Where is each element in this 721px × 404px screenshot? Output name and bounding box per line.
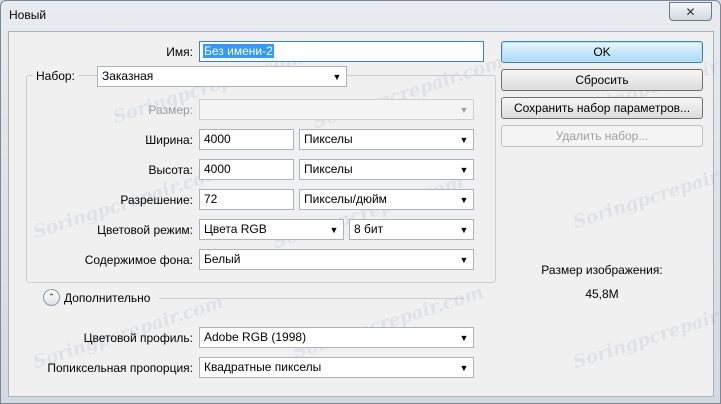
size-select: ▼ (199, 99, 474, 120)
reset-button[interactable]: Сбросить (501, 69, 703, 91)
chevron-down-icon: ▼ (459, 105, 469, 115)
background-value: Белый (204, 252, 241, 266)
watermark: Soringpcrepair.com (570, 151, 721, 234)
chevron-down-icon: ▼ (459, 135, 469, 145)
chevron-down-icon: ▼ (459, 255, 469, 265)
image-size-label: Размер изображения: (541, 263, 663, 277)
pixel-aspect-select[interactable]: Квадратные пикселы ▼ (199, 357, 474, 378)
bit-depth-select[interactable]: 8 бит ▼ (349, 219, 474, 240)
pixel-aspect-label: Попиксельная пропорция: (47, 361, 193, 375)
close-button[interactable]: ✕ (669, 2, 712, 21)
height-unit-select[interactable]: Пикселы ▼ (299, 159, 474, 180)
new-document-dialog: Новый ✕ Soringpcrepair.com Soringpcrepai… (0, 0, 721, 404)
delete-preset-button: Удалить набор... (501, 125, 703, 147)
width-unit-select[interactable]: Пикселы ▼ (299, 129, 474, 150)
dialog-content: Soringpcrepair.com Soringpcrepair.com So… (8, 31, 721, 397)
size-label: Размер: (148, 103, 193, 117)
preset-label: Набор: (33, 69, 78, 83)
name-label: Имя: (166, 45, 193, 59)
chevron-down-icon: ▼ (332, 72, 342, 82)
width-unit-value: Пикселы (304, 132, 353, 146)
chevron-down-icon: ▼ (459, 363, 469, 373)
height-label: Высота: (148, 163, 193, 177)
color-mode-value: Цвета RGB (204, 222, 267, 236)
close-icon: ✕ (685, 4, 696, 19)
watermark: Soringpcrepair.com (290, 281, 487, 364)
width-input[interactable]: 4000 (199, 129, 294, 150)
ok-button[interactable]: OK (501, 41, 703, 63)
preset-select[interactable]: Заказная ▼ (97, 66, 347, 87)
resolution-unit-value: Пикселы/дюйм (304, 192, 387, 206)
preset-select-value: Заказная (102, 69, 154, 83)
chevron-down-icon: ▼ (459, 333, 469, 343)
watermark: Soringpcrepair.com (570, 291, 721, 374)
title-bar[interactable]: Новый ✕ (1, 1, 720, 31)
image-size-value: 45,8M (585, 287, 619, 301)
resolution-input[interactable]: 72 (199, 189, 294, 210)
name-input-value: Без имени-2 (203, 44, 274, 58)
name-input[interactable]: Без имени-2 (199, 41, 484, 62)
save-preset-button[interactable]: Сохранить набор параметров... (501, 97, 703, 119)
advanced-label: Дополнительно (64, 291, 151, 305)
color-mode-select[interactable]: Цвета RGB ▼ (199, 219, 344, 240)
color-profile-value: Adobe RGB (1998) (204, 330, 307, 344)
resolution-label: Разрешение: (120, 193, 193, 207)
background-label: Содержимое фона: (84, 253, 193, 267)
height-input[interactable]: 4000 (199, 159, 294, 180)
chevron-down-icon: ▼ (329, 225, 339, 235)
chevron-up-double-icon[interactable]: ⌃ (43, 289, 60, 306)
color-profile-label: Цветовой профиль: (83, 331, 193, 345)
color-mode-label: Цветовой режим: (97, 223, 193, 237)
chevron-down-icon: ▼ (459, 225, 469, 235)
color-profile-select[interactable]: Adobe RGB (1998) ▼ (199, 327, 474, 348)
width-label: Ширина: (145, 133, 193, 147)
chevron-down-icon: ▼ (459, 195, 469, 205)
pixel-aspect-value: Квадратные пикселы (204, 360, 322, 374)
resolution-unit-select[interactable]: Пикселы/дюйм ▼ (299, 189, 474, 210)
height-unit-value: Пикселы (304, 162, 353, 176)
bit-depth-value: 8 бит (354, 222, 384, 236)
chevron-down-icon: ▼ (459, 165, 469, 175)
advanced-separator (159, 298, 464, 299)
background-select[interactable]: Белый ▼ (199, 249, 474, 270)
window-title: Новый (9, 8, 47, 22)
